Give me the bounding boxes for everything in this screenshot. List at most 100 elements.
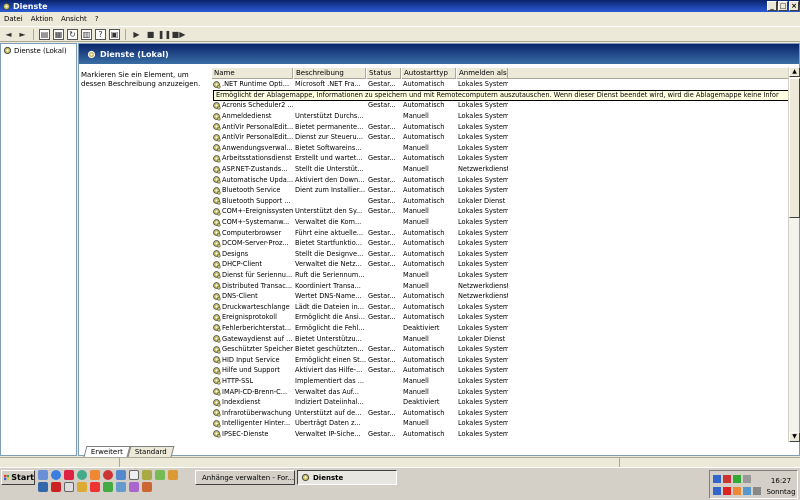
service-row[interactable]: Designs Stellt die Designve... Gestar... Au…: [211, 249, 800, 260]
scroll-up-arrow-icon[interactable]: ▲: [789, 67, 800, 77]
tree-item-dienste[interactable]: Dienste (Lokal): [1, 44, 76, 57]
vertical-scrollbar[interactable]: ▲ ▼: [788, 67, 800, 442]
program-icon[interactable]: [142, 482, 152, 492]
scroll-down-arrow-icon[interactable]: ▼: [789, 432, 800, 442]
menu-datei[interactable]: Datei: [4, 15, 23, 23]
program-icon[interactable]: [103, 482, 113, 492]
window-titlebar[interactable]: Dienste _ □ ×: [0, 0, 800, 12]
service-row[interactable]: HID Input Service Ermöglicht einen St... G…: [211, 354, 800, 365]
service-row[interactable]: DHCP-Client Verwaltet die Netz... Gestar..…: [211, 259, 800, 270]
realplayer-icon[interactable]: [103, 470, 113, 480]
service-row[interactable]: ASP.NET-Zustands... Stellt die Unterstüt.…: [211, 164, 800, 175]
program-icon[interactable]: [142, 470, 152, 480]
program-icon[interactable]: [38, 482, 48, 492]
program-icon[interactable]: [90, 482, 100, 492]
network-icon[interactable]: [713, 475, 721, 483]
service-row[interactable]: IPSEC-Dienste Verwaltet IP-Siche... Gestar…: [211, 429, 800, 440]
service-row[interactable]: COM+-Ereignissystem Unterstützt den Sy...…: [211, 206, 800, 217]
column-header-logon[interactable]: Anmelden als: [456, 68, 508, 79]
menu-aktion[interactable]: Aktion: [31, 15, 53, 23]
service-row[interactable]: DCOM-Server-Proz... Bietet Startfunktio..…: [211, 238, 800, 249]
console-view-icon[interactable]: ▣: [109, 28, 120, 40]
service-row[interactable]: Automatische Upda... Aktiviert den Down..…: [211, 174, 800, 185]
task-anhaenge-verwalten[interactable]: Anhänge verwalten - For...: [195, 470, 295, 485]
desktop-icon[interactable]: [38, 470, 48, 480]
tray-icon[interactable]: [733, 475, 741, 483]
volume-icon[interactable]: [743, 475, 751, 483]
acronis-icon[interactable]: [723, 487, 731, 495]
service-row[interactable]: Arbeitsstationsdienst Erstellt und wartet…: [211, 153, 800, 164]
service-row[interactable]: Dienst für Seriennu... Ruft die Seriennum…: [211, 270, 800, 281]
tray-icon[interactable]: [733, 487, 741, 495]
service-name-cell: HID Input Service: [211, 355, 293, 364]
browser-icon[interactable]: [51, 470, 61, 480]
service-row[interactable]: COM+-Systemanw... Verwaltet die Kom... Man…: [211, 217, 800, 228]
service-row[interactable]: Gatewaydienst auf ... Bietet Unterstützu.…: [211, 333, 800, 344]
service-row[interactable]: AntiVir PersonalEdit... Dienst zur Steuer…: [211, 132, 800, 143]
service-row[interactable]: HTTP-SSL Implementiert das ... Manuell Loka…: [211, 376, 800, 387]
task-dienste[interactable]: Dienste: [297, 470, 397, 485]
messenger-icon[interactable]: [116, 470, 126, 480]
forward-arrow-icon[interactable]: ►: [17, 29, 28, 40]
service-row[interactable]: Anwendungsverwal... Bietet Softwareins...…: [211, 143, 800, 154]
play-icon[interactable]: ▶: [131, 29, 142, 40]
antivir-icon[interactable]: [723, 475, 731, 483]
media-icon[interactable]: [77, 470, 87, 480]
tab-standard[interactable]: Standard: [127, 446, 175, 457]
scroll-thumb[interactable]: [789, 78, 800, 218]
service-row[interactable]: Distributed Transac... Koordiniert Transa…: [211, 280, 800, 291]
service-row[interactable]: IMAPI-CD-Brenn-C... Verwaltet das Auf... M…: [211, 386, 800, 397]
service-row[interactable]: Bluetooth Support ... Gestar... Automatisc…: [211, 196, 800, 207]
tray-icon[interactable]: [753, 487, 761, 495]
mail-icon[interactable]: [129, 470, 139, 480]
program-icon[interactable]: [155, 470, 165, 480]
service-row[interactable]: Bluetooth Service Dient zum Installier...…: [211, 185, 800, 196]
maximize-button[interactable]: □: [778, 1, 788, 11]
column-header-description[interactable]: Beschreibung: [293, 68, 366, 79]
service-row[interactable]: Ereignisprotokoll Ermöglicht die Ansi... G…: [211, 312, 800, 323]
back-arrow-icon[interactable]: ◄: [3, 29, 14, 40]
firefox-icon[interactable]: [90, 470, 100, 480]
service-row[interactable]: Indexdienst Indiziert Dateiinhal... Deakti…: [211, 397, 800, 408]
program-icon[interactable]: [77, 482, 87, 492]
service-row[interactable]: Intelligenter Hinter... Überträgt Daten z…: [211, 418, 800, 429]
service-row[interactable]: Acronis Scheduler2 ... Gestar... Automatis…: [211, 100, 800, 111]
opera-icon[interactable]: [64, 470, 74, 480]
restart-icon[interactable]: ■▶: [172, 29, 186, 40]
folder-icon[interactable]: [168, 470, 178, 480]
program-icon[interactable]: [116, 482, 126, 492]
stop-icon[interactable]: ■: [145, 29, 156, 40]
refresh-icon[interactable]: ↻: [67, 28, 78, 40]
column-header-name[interactable]: Name: [211, 68, 293, 79]
console-tree-icon[interactable]: ▤: [39, 28, 50, 40]
program-icon[interactable]: [129, 482, 139, 492]
clock[interactable]: 16:27 Sonntag: [766, 476, 796, 498]
service-row[interactable]: Infrarotüberwachung Unterstützt auf de...…: [211, 407, 800, 418]
service-row[interactable]: Computerbrowser Führt eine aktuelle... Ges…: [211, 227, 800, 238]
tray-icon[interactable]: [743, 487, 751, 495]
start-button[interactable]: Start: [1, 470, 35, 485]
service-row[interactable]: Fehlerberichterstat... Ermöglicht die Feh…: [211, 323, 800, 334]
service-row[interactable]: .NET Runtime Opti... Microsoft .NET Fra..…: [211, 79, 800, 90]
service-row[interactable]: DNS-Client Wertet DNS-Name... Gestar... Aut…: [211, 291, 800, 302]
tab-erweitert[interactable]: Erweitert: [83, 446, 131, 457]
service-row[interactable]: AntiVir PersonalEdit... Bietet permanente…: [211, 121, 800, 132]
export-list-icon[interactable]: ▥: [81, 28, 92, 40]
service-row[interactable]: Anmeldedienst Unterstützt Durchs... Manuel…: [211, 111, 800, 122]
bluetooth-icon[interactable]: [713, 487, 721, 495]
close-button[interactable]: ×: [789, 1, 799, 11]
column-header-startup-type[interactable]: Autostarttyp: [401, 68, 456, 79]
properties-icon[interactable]: ▦: [53, 28, 64, 40]
pause-icon[interactable]: ❚❚: [158, 29, 171, 40]
menu-ansicht[interactable]: Ansicht: [61, 15, 87, 23]
service-row[interactable]: Druckwarteschlange Lädt die Dateien in...…: [211, 301, 800, 312]
menu-help[interactable]: ?: [95, 15, 99, 23]
acrobat-icon[interactable]: [51, 482, 61, 492]
column-header-status[interactable]: Status: [366, 68, 401, 79]
service-row[interactable]: Geschützter Speicher Bietet geschützten..…: [211, 344, 800, 355]
services-gear-icon: [301, 473, 310, 482]
help-icon[interactable]: ?: [95, 28, 106, 40]
minimize-button[interactable]: _: [767, 1, 777, 11]
service-row[interactable]: Hilfe und Support Aktiviert das Hilfe-...…: [211, 365, 800, 376]
notepad-icon[interactable]: [64, 482, 74, 492]
